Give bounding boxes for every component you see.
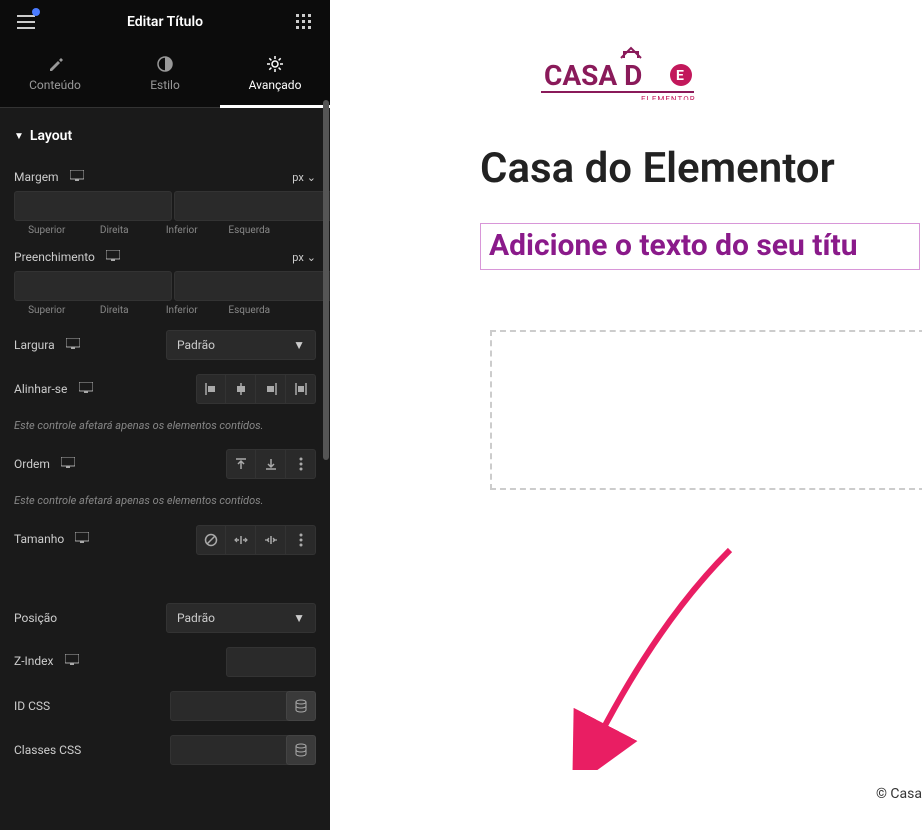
padding-right-label: Direita — [82, 305, 148, 316]
zindex-input[interactable] — [226, 647, 316, 677]
tab-style-label: Estilo — [150, 78, 180, 92]
responsive-icon[interactable] — [61, 457, 75, 468]
size-grow-button[interactable] — [226, 525, 256, 555]
zindex-label: Z-Index — [14, 654, 53, 668]
order-help-text: Este controle afetará apenas os elemento… — [14, 493, 316, 508]
margin-right-label: Direita — [82, 225, 148, 236]
order-more-button[interactable] — [286, 449, 316, 479]
css-classes-input[interactable] — [170, 735, 290, 765]
padding-label: Preenchimento — [14, 250, 95, 264]
responsive-icon[interactable] — [70, 170, 84, 181]
scrollbar[interactable] — [322, 100, 330, 830]
panel-title: Editar Título — [127, 14, 203, 30]
align-stretch-button[interactable] — [286, 374, 316, 404]
responsive-icon[interactable] — [106, 250, 120, 261]
padding-top-label: Superior — [14, 305, 80, 316]
align-help-text: Este controle afetará apenas os elemento… — [14, 418, 316, 433]
margin-right-input[interactable] — [174, 191, 330, 221]
editor-canvas[interactable]: CASA D E ELEMENTOR Casa do Elementor Adi… — [330, 0, 922, 830]
empty-section-placeholder[interactable] — [490, 330, 922, 490]
menu-button[interactable] — [14, 10, 38, 34]
tab-content[interactable]: Conteúdo — [0, 44, 110, 107]
margin-bottom-label: Inferior — [149, 225, 215, 236]
margin-unit-select[interactable]: px⌄ — [292, 171, 316, 184]
tab-advanced[interactable]: Avançado — [220, 44, 330, 107]
order-last-button[interactable] — [256, 449, 286, 479]
width-select[interactable]: Padrão▼ — [166, 330, 316, 360]
margin-left-label: Esquerda — [217, 225, 283, 236]
responsive-icon[interactable] — [66, 338, 80, 349]
css-id-input[interactable] — [170, 691, 290, 721]
tab-content-label: Conteúdo — [29, 78, 81, 92]
heading-widget[interactable]: Adicione o texto do seu títu — [480, 223, 920, 270]
css-classes-label: Classes CSS — [14, 743, 81, 757]
size-label: Tamanho — [14, 532, 64, 546]
tab-advanced-label: Avançado — [249, 78, 302, 92]
css-classes-dynamic-button[interactable] — [286, 735, 316, 765]
section-layout-toggle[interactable]: ▼ Layout — [14, 120, 316, 158]
margin-label: Margem — [14, 170, 59, 184]
padding-left-label: Esquerda — [217, 305, 283, 316]
order-first-button[interactable] — [226, 449, 256, 479]
css-id-dynamic-button[interactable] — [286, 691, 316, 721]
align-start-button[interactable] — [196, 374, 226, 404]
align-label: Alinhar-se — [14, 382, 67, 396]
notification-dot — [32, 8, 40, 16]
site-logo: CASA D E ELEMENTOR — [330, 0, 922, 124]
align-center-button[interactable] — [226, 374, 256, 404]
padding-right-input[interactable] — [174, 271, 330, 301]
width-label: Largura — [14, 338, 55, 352]
svg-text:E: E — [676, 68, 684, 84]
section-layout-title: Layout — [30, 128, 72, 144]
align-end-button[interactable] — [256, 374, 286, 404]
padding-unit-select[interactable]: px⌄ — [292, 251, 316, 264]
padding-bottom-label: Inferior — [149, 305, 215, 316]
responsive-icon[interactable] — [79, 382, 93, 393]
order-label: Ordem — [14, 457, 50, 471]
svg-text:ELEMENTOR: ELEMENTOR — [641, 95, 696, 100]
annotation-arrow — [560, 540, 750, 770]
size-none-button[interactable] — [196, 525, 226, 555]
heading-text: Adicione o texto do seu títu — [489, 228, 858, 263]
svg-text:CASA D: CASA D — [544, 59, 642, 92]
caret-down-icon: ▼ — [14, 131, 24, 142]
footer-copyright: © Casa — [876, 786, 922, 802]
position-label: Posição — [14, 611, 57, 625]
responsive-icon[interactable] — [75, 532, 89, 543]
tab-style[interactable]: Estilo — [110, 44, 220, 107]
size-more-button[interactable] — [286, 525, 316, 555]
margin-top-input[interactable] — [14, 191, 172, 221]
widgets-grid-button[interactable] — [292, 10, 316, 34]
css-id-label: ID CSS — [14, 699, 50, 713]
responsive-icon[interactable] — [65, 654, 79, 665]
position-select[interactable]: Padrão▼ — [166, 603, 316, 633]
margin-top-label: Superior — [14, 225, 80, 236]
page-title: Casa do Elementor — [480, 144, 922, 193]
padding-top-input[interactable] — [14, 271, 172, 301]
size-shrink-button[interactable] — [256, 525, 286, 555]
